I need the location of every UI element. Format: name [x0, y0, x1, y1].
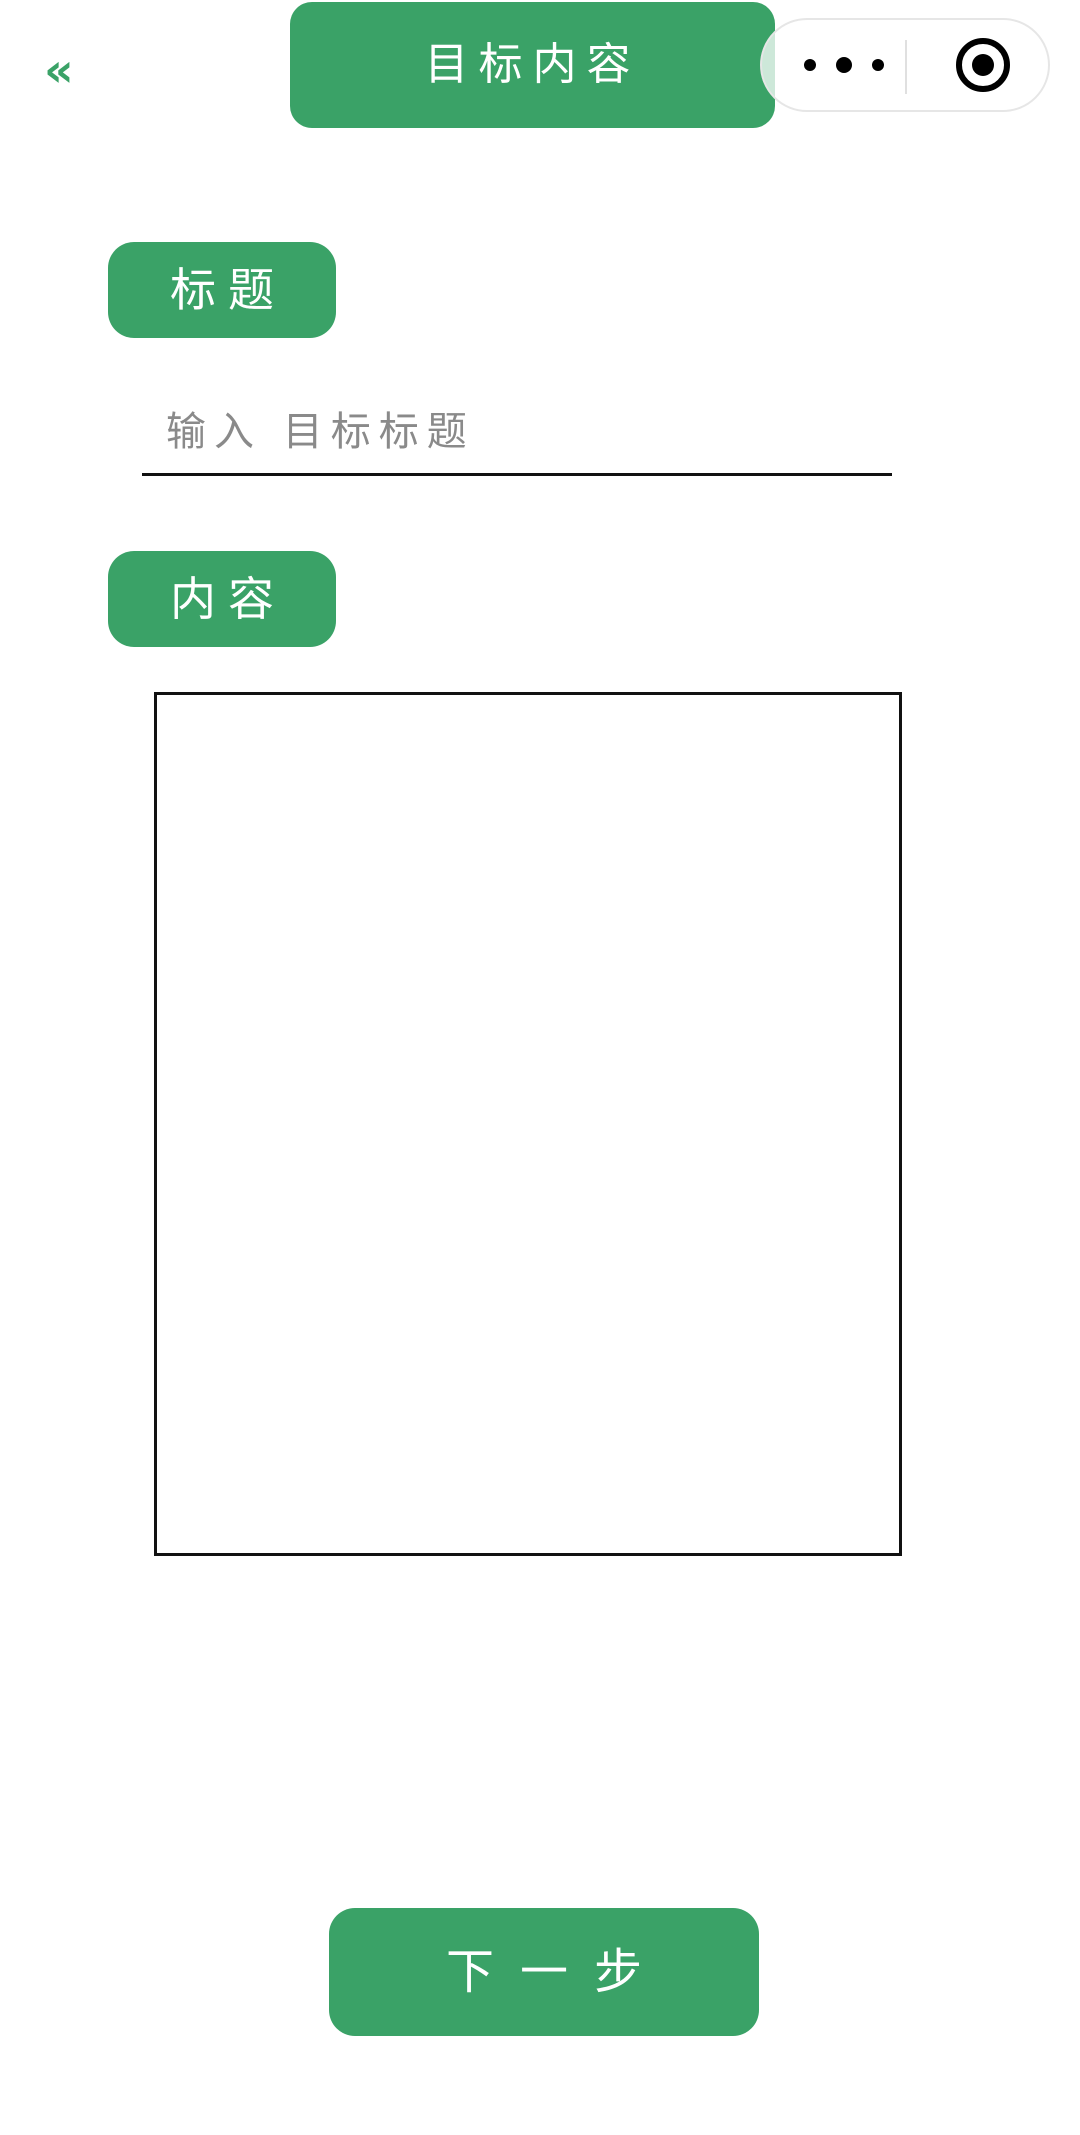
content-label: 内容 — [108, 551, 336, 647]
content-textarea[interactable] — [154, 692, 902, 1556]
mini-program-capsule — [760, 18, 1050, 112]
page-title: 目标内容 — [290, 2, 775, 128]
title-input[interactable] — [142, 390, 892, 476]
back-button[interactable]: « — [44, 30, 104, 110]
next-step-button[interactable]: 下一步 — [329, 1908, 759, 2036]
more-dots-icon[interactable] — [804, 20, 884, 110]
double-chevron-left-icon: « — [44, 43, 74, 97]
capsule-divider — [905, 40, 907, 94]
target-circle-icon[interactable] — [954, 36, 1012, 94]
title-label: 标题 — [108, 242, 336, 338]
